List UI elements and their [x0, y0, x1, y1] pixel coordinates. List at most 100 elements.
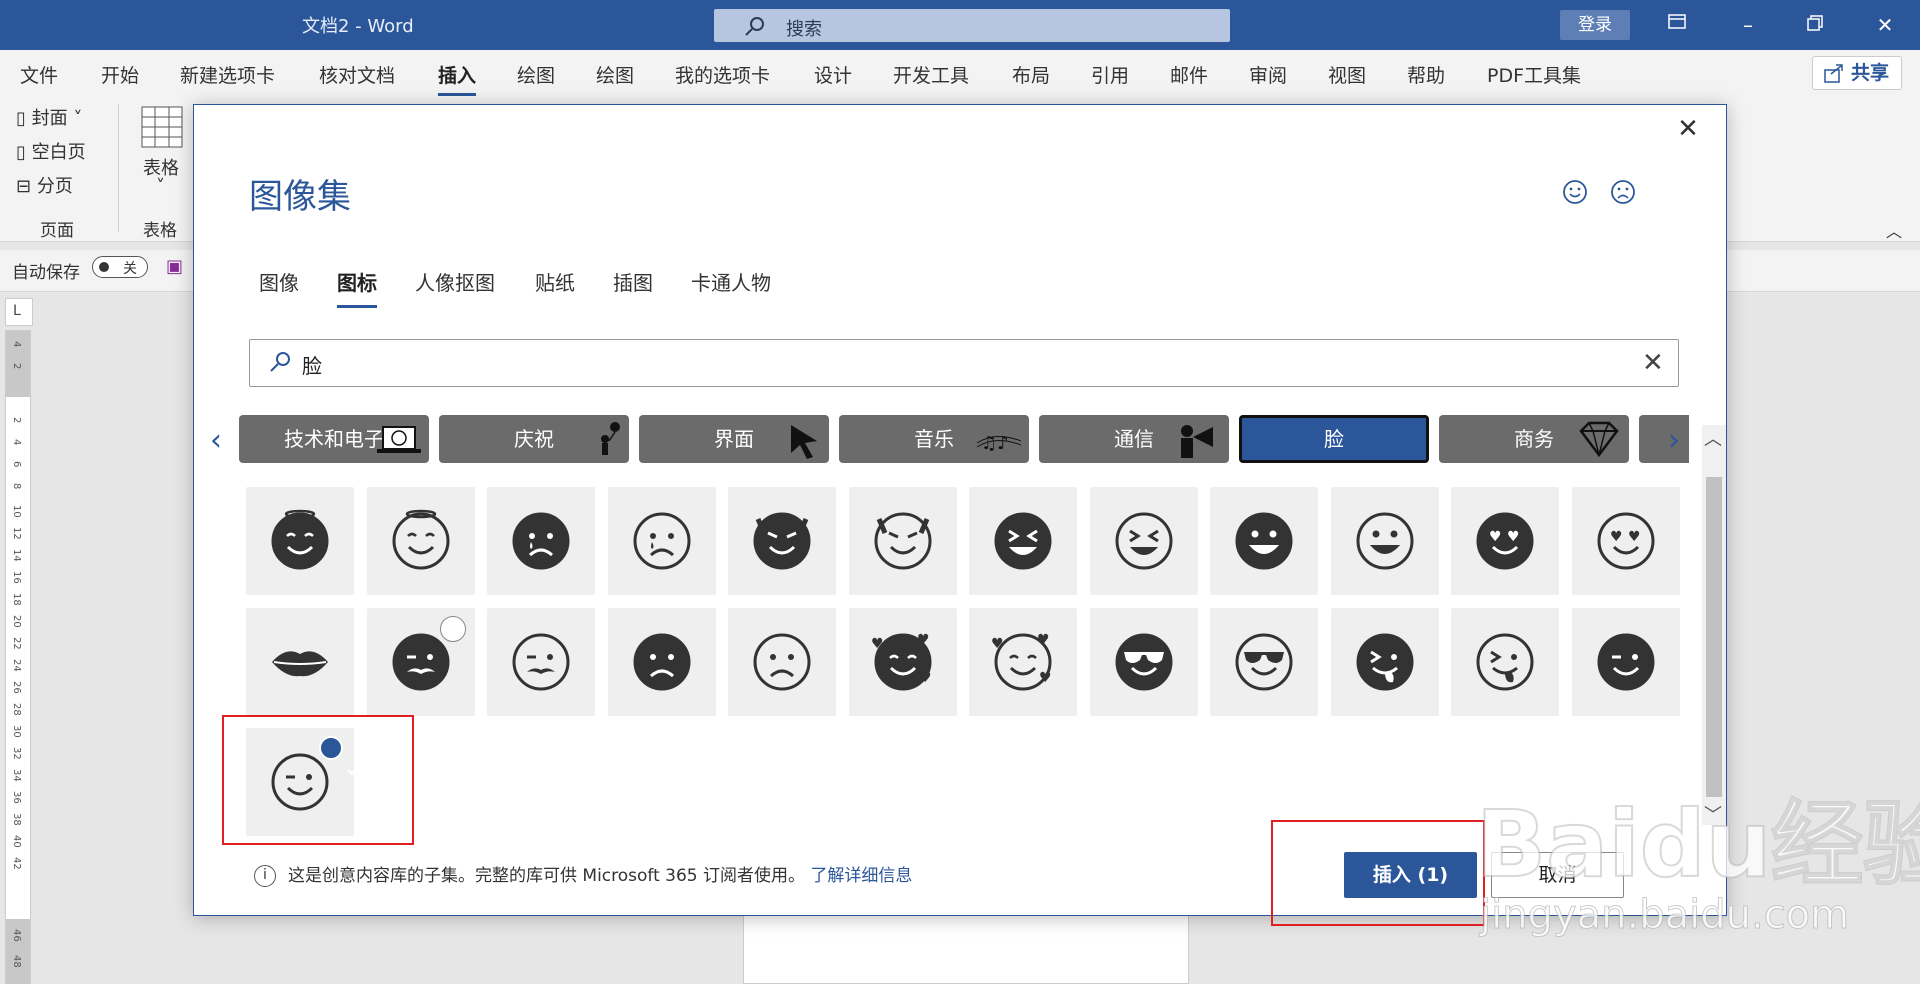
highlight-selected-icon [222, 715, 414, 845]
category-music[interactable]: 音乐 ♫♪ [839, 415, 1029, 463]
tab-view[interactable]: 视图 [1328, 61, 1366, 88]
love-hearts-face-filled-icon[interactable]: ♥ ♥ ♥ [848, 607, 957, 716]
close-icon[interactable]: ✕ [1672, 113, 1704, 145]
save-icon[interactable]: ▣ [166, 256, 183, 277]
ruler-number: 48 [11, 955, 22, 968]
frowning-face-filled-icon-graphic [633, 633, 690, 690]
tab-layout[interactable]: 布局 [1012, 61, 1050, 88]
smile-feedback-icon[interactable] [1560, 177, 1590, 207]
devil-face-outline-icon[interactable] [848, 487, 957, 595]
frowning-face-outline-icon[interactable] [728, 607, 836, 716]
love-hearts-face-outline-icon[interactable]: ♥ ♥ ♥ [969, 607, 1077, 716]
tongue-wink-face-filled-icon[interactable] [1330, 607, 1439, 716]
tongue-wink-face-outline-icon[interactable] [1451, 607, 1559, 716]
tab-cartoon-people[interactable]: 卡通人物 [691, 267, 771, 296]
learn-more-link[interactable]: 了解详细信息 [810, 866, 912, 886]
ruler-number: 10 [11, 505, 22, 518]
category-interface[interactable]: 界面 [639, 415, 829, 463]
ruler-number: 16 [11, 571, 22, 584]
tab-selector[interactable]: L [5, 298, 33, 326]
category-business[interactable]: 商务 [1439, 415, 1629, 463]
blank-page-button[interactable]: ▯ 空白页 [16, 138, 86, 164]
tab-mailings[interactable]: 邮件 [1170, 61, 1208, 88]
tab-review[interactable]: 审阅 [1249, 61, 1287, 88]
mustache-face-outline-icon[interactable] [487, 607, 595, 716]
heart-eyes-face-filled-icon[interactable]: ♥ ♥ [1451, 487, 1559, 595]
grinning-face-filled-icon[interactable] [1210, 487, 1318, 595]
search-box[interactable]: 搜索 [714, 9, 1230, 42]
category-label: 界面 [714, 427, 754, 451]
grinning-face-outline-icon[interactable] [1330, 487, 1439, 595]
cover-page-button[interactable]: ▯ 封面 ˅ [16, 104, 82, 130]
lips-icon[interactable] [246, 607, 354, 716]
grid-scrollbar[interactable]: ︿ ﹀ [1702, 425, 1726, 826]
devil-face-filled-icon[interactable] [728, 487, 836, 595]
laughing-face-outline-icon[interactable] [1089, 487, 1198, 595]
category-communication[interactable]: 通信 [1039, 415, 1229, 463]
scroll-thumb[interactable] [1706, 477, 1722, 797]
tab-draw[interactable]: 绘图 [517, 61, 555, 88]
highlight-insert-button [1271, 820, 1485, 926]
login-button[interactable]: 登录 [1560, 10, 1630, 40]
tab-my-tab[interactable]: 我的选项卡 [675, 61, 770, 88]
ribbon-display-icon[interactable] [1662, 10, 1692, 40]
music-notes-icon: ♫♪ [975, 421, 1023, 463]
search-value: 脸 [302, 354, 322, 378]
collapse-ribbon-icon[interactable]: ︿ [1886, 218, 1902, 242]
tab-design[interactable]: 设计 [814, 61, 852, 88]
category-next-partial[interactable] [1639, 415, 1689, 463]
tab-file[interactable]: 文件 [20, 61, 58, 88]
tab-help[interactable]: 帮助 [1407, 61, 1445, 88]
scroll-up-icon[interactable]: ︿ [1704, 425, 1722, 451]
balloon-person-icon [593, 421, 623, 463]
tab-stickers[interactable]: 贴纸 [535, 267, 575, 296]
dialog-title: 图像集 [249, 177, 351, 217]
tab-images[interactable]: 图像 [259, 267, 299, 296]
tab-pdf-tools[interactable]: PDF工具集 [1487, 61, 1581, 88]
sad-tear-face-outline-icon[interactable] [607, 487, 716, 595]
angel-face-outline-icon[interactable] [366, 487, 475, 595]
tab-icons[interactable]: 图标 [337, 267, 377, 308]
tab-developer[interactable]: 开发工具 [893, 61, 969, 88]
frowning-face-filled-icon[interactable] [607, 607, 716, 716]
restore-icon[interactable] [1800, 10, 1830, 40]
search-icon [268, 350, 292, 378]
chevron-right-icon[interactable]: › [1668, 423, 1680, 458]
sunglasses-face-filled-icon[interactable] [1089, 607, 1198, 716]
page-break-button[interactable]: ⊟ 分页 [16, 172, 73, 198]
select-circle-icon[interactable] [439, 615, 466, 642]
tab-references[interactable]: 引用 [1091, 61, 1129, 88]
chevron-left-icon[interactable]: ‹ [210, 423, 222, 458]
tab-new-tab[interactable]: 新建选项卡 [180, 61, 275, 88]
share-button[interactable]: 共享 [1812, 56, 1902, 90]
table-dropdown-icon[interactable]: ˅ [156, 176, 165, 197]
close-window-icon[interactable]: ✕ [1870, 10, 1900, 40]
sunglasses-face-outline-icon[interactable] [1210, 607, 1318, 716]
ruler-number: 36 [11, 791, 22, 804]
tab-home[interactable]: 开始 [101, 61, 139, 88]
category-celebration[interactable]: 庆祝 [439, 415, 629, 463]
table-button[interactable] [141, 106, 183, 153]
ruler-number: 18 [11, 593, 22, 606]
icon-search-input[interactable]: 脸 ✕ [249, 339, 1679, 387]
tab-insert[interactable]: 插入 [438, 61, 477, 96]
share-label: 共享 [1851, 62, 1890, 84]
frown-feedback-icon[interactable] [1608, 177, 1638, 207]
category-tech[interactable]: 技术和电子 [239, 415, 429, 463]
heart-eyes-face-outline-icon[interactable]: ♥ ♥ [1571, 487, 1680, 595]
tab-illustrations[interactable]: 插图 [613, 267, 653, 296]
angel-face-filled-icon[interactable] [246, 487, 354, 595]
ruler-number: 20 [11, 615, 22, 628]
category-face[interactable]: 脸 [1239, 415, 1429, 463]
tab-draw-2[interactable]: 绘图 [596, 61, 634, 88]
clear-search-icon[interactable]: ✕ [1642, 348, 1664, 378]
tab-review-doc[interactable]: 核对文档 [319, 61, 395, 88]
angel-face-outline-icon-graphic [392, 509, 449, 570]
sad-tear-face-filled-icon[interactable] [487, 487, 595, 595]
mustache-face-filled-icon[interactable] [366, 607, 475, 716]
autosave-toggle[interactable]: 关 [92, 256, 148, 278]
tab-cutout-people[interactable]: 人像抠图 [415, 267, 495, 296]
laughing-face-filled-icon[interactable] [969, 487, 1077, 595]
neutral-smile-face-filled-icon[interactable] [1571, 607, 1680, 716]
minimize-icon[interactable]: – [1733, 10, 1763, 40]
